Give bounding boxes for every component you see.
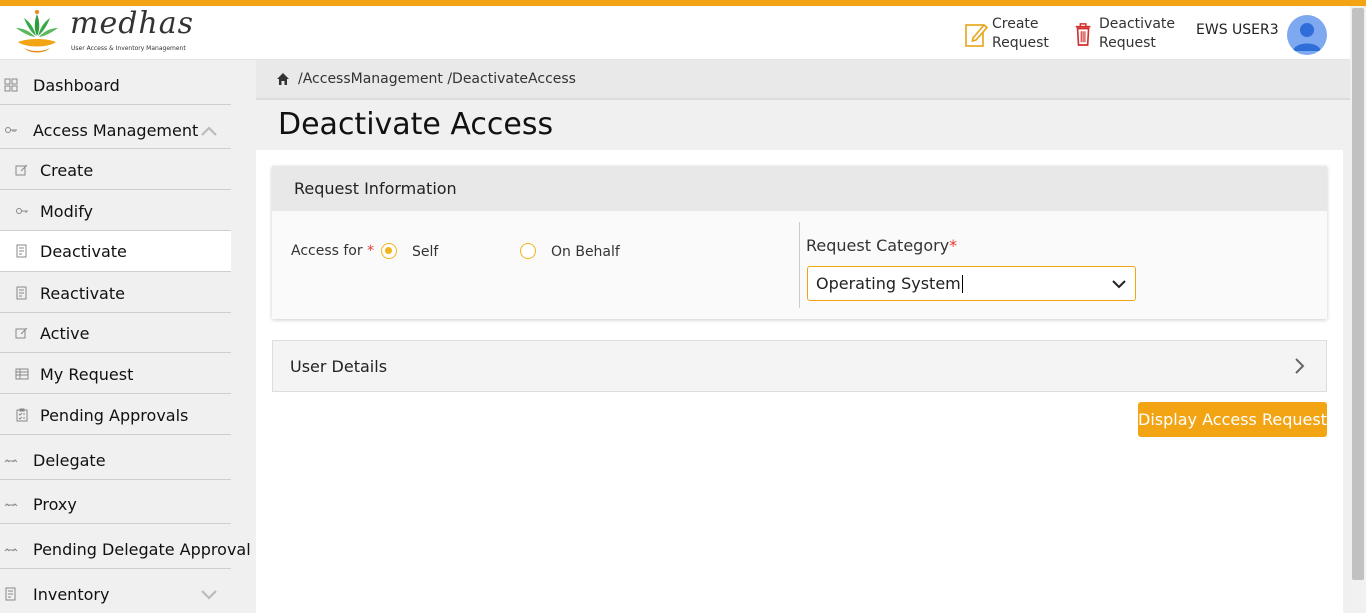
logo-wordmark: medhas [70,6,195,41]
chevron-down-icon[interactable] [200,589,218,601]
breadcrumb: /AccessManagement /DeactivateAccess [256,60,1350,100]
deactivate-request-button[interactable]: Deactivate Request [1073,15,1179,55]
people-icon [4,542,18,556]
breadcrumb-path[interactable]: /AccessManagement /DeactivateAccess [298,71,576,87]
divider [0,189,231,190]
document-icon [15,286,29,300]
divider [0,434,231,435]
sidebar-item-delegate[interactable]: Delegate [0,445,231,475]
sidebar-item-my-request[interactable]: My Request [0,359,231,389]
user-name: EWS USER3 [1196,22,1279,38]
scrollbar-thumb[interactable] [1352,8,1364,580]
trash-icon [1075,23,1091,46]
lotus-icon [16,10,58,53]
sidebar-item-inventory[interactable]: Inventory [0,579,231,609]
divider [0,568,231,569]
user-details-heading: User Details [290,356,388,376]
create-request-button[interactable]: Create Request [964,15,1052,55]
logo-tagline: User Access & Inventory Management [71,45,186,52]
sidebar-item-deactivate[interactable]: Deactivate [0,231,231,271]
self-radio[interactable] [381,243,397,259]
request-information-heading: Request Information [272,166,1327,211]
required-mark: * [949,236,958,255]
sidebar-item-pending-delegate-approval[interactable]: Pending Delegate Approval [0,534,251,564]
edit-icon [965,23,988,47]
text-cursor [961,274,963,293]
divider [0,104,231,105]
self-radio-label[interactable]: Self [412,244,438,260]
request-information-card: Request Information Access for * Self On… [272,166,1327,319]
column-divider [799,222,800,308]
on-behalf-radio[interactable] [520,243,536,259]
user-avatar-icon[interactable] [1287,15,1327,55]
required-mark: * [367,243,375,259]
sidebar-item-dashboard[interactable]: Dashboard [0,70,231,100]
logo[interactable]: medhas User Access & Inventory Managemen… [10,6,193,58]
people-icon [4,497,18,511]
divider [0,352,231,353]
divider [0,148,231,149]
divider [0,271,231,272]
on-behalf-radio-label[interactable]: On Behalf [551,244,620,260]
divider [0,393,231,394]
document-icon [15,244,29,258]
user-details-accordion[interactable]: User Details [272,340,1327,392]
sidebar-item-pending-approvals[interactable]: Pending Approvals [0,400,231,430]
display-access-request-button[interactable]: Display Access Request [1138,402,1327,437]
request-category-select[interactable]: Operating System [807,266,1136,301]
request-category-label: Request Category* [806,236,958,255]
sidebar-item-reactivate[interactable]: Reactivate [0,278,231,308]
sidebar-item-active[interactable]: Active [0,318,231,348]
main-content: Request Information Access for * Self On… [256,150,1343,613]
clipboard-icon [15,408,29,422]
create-request-label: Create Request [992,16,1049,51]
sidebar-item-create[interactable]: Create [0,155,231,185]
sidebar: Dashboard Access Management Create Modif… [0,60,251,613]
people-icon [4,453,18,467]
request-category-value: Operating System [816,274,961,293]
document-icon [4,587,18,601]
edit-icon [15,163,29,177]
key-icon [15,204,29,218]
sidebar-item-access-management[interactable]: Access Management [0,115,231,145]
divider [0,479,231,480]
sidebar-item-modify[interactable]: Modify [0,196,231,226]
page-scrollbar[interactable] [1350,6,1366,613]
table-icon [15,367,29,381]
access-for-label: Access for * [291,243,375,259]
divider [0,312,231,313]
key-icon [4,123,18,137]
edit-icon [15,326,29,340]
sidebar-item-proxy[interactable]: Proxy [0,489,231,519]
page-title: Deactivate Access [278,107,554,142]
deactivate-request-label: Deactivate Request [1099,16,1176,51]
home-icon[interactable] [276,72,290,86]
divider [0,523,231,524]
chevron-right-icon [1295,358,1305,374]
grid-icon [4,78,18,92]
header: medhas User Access & Inventory Managemen… [0,6,1350,60]
request-information-body: Access for * Self On Behalf Request Cate… [272,211,1327,319]
chevron-up-icon[interactable] [200,125,218,137]
chevron-down-icon [1112,280,1126,289]
